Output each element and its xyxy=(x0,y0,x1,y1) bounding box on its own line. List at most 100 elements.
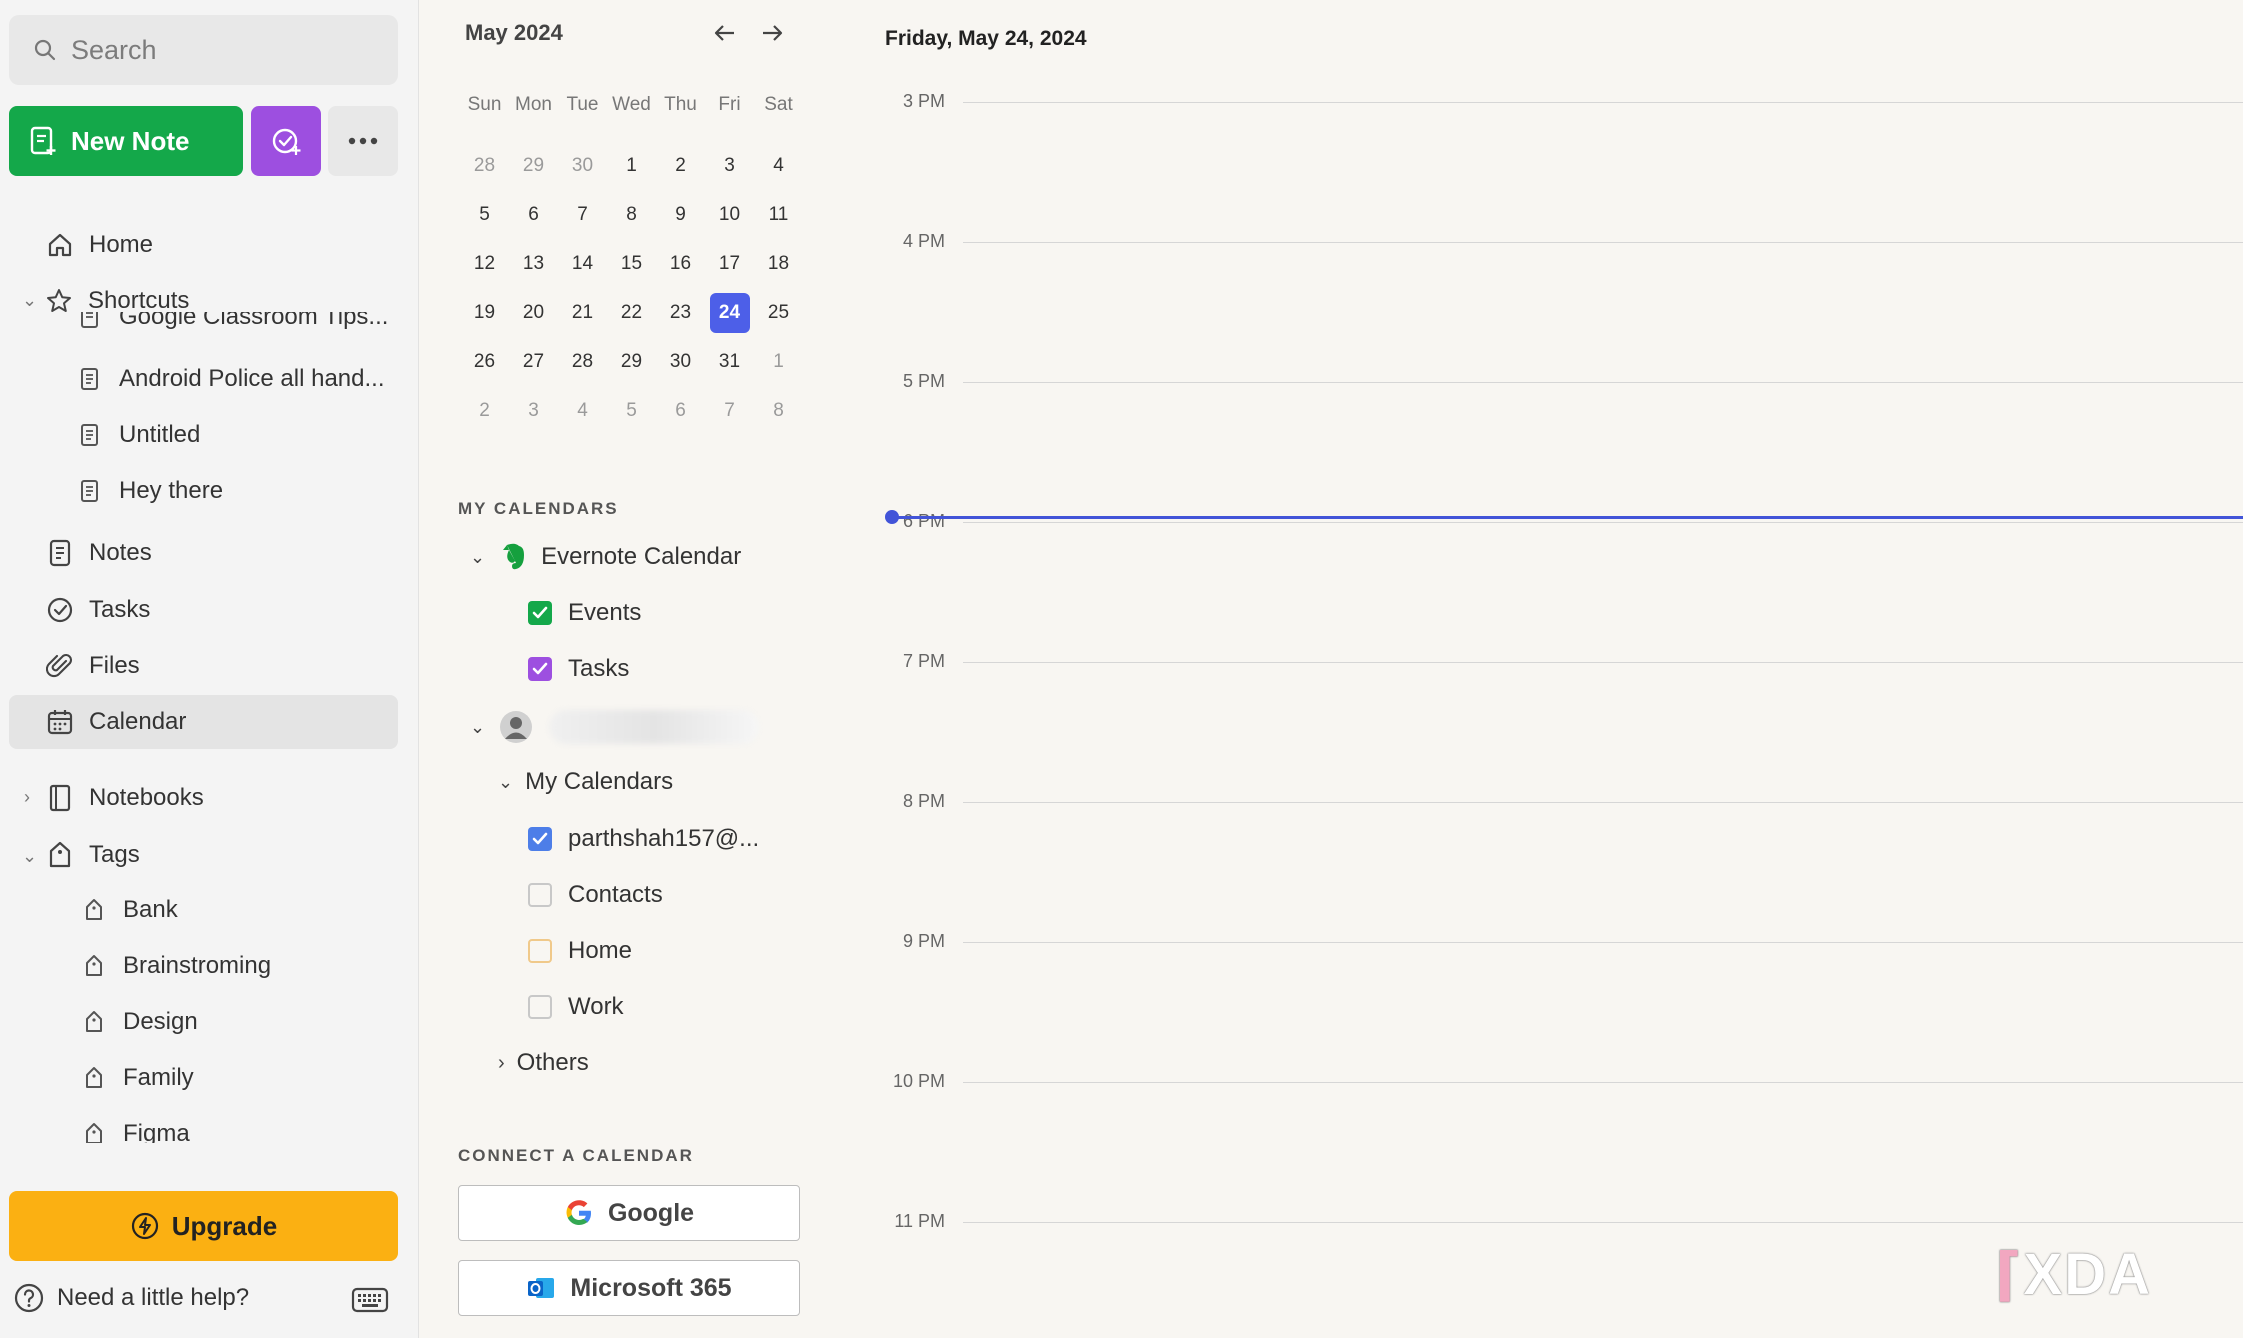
day-view-date: Friday, May 24, 2024 xyxy=(885,27,1087,50)
calendar-day[interactable]: 1 xyxy=(754,351,803,373)
calendar-day[interactable]: 22 xyxy=(607,302,656,324)
calendar-day[interactable]: 4 xyxy=(754,155,803,177)
calendar-toggle-work[interactable]: Work xyxy=(528,993,624,1021)
hour-row[interactable]: 6 PM xyxy=(850,511,2243,531)
calendar-toggle-events[interactable]: Events xyxy=(528,599,641,627)
calendar-day[interactable]: 4 xyxy=(558,400,607,422)
google-account-group[interactable]: ⌄ xyxy=(470,710,760,744)
calendar-day[interactable]: 28 xyxy=(558,351,607,373)
calendar-day[interactable]: 31 xyxy=(705,351,754,373)
calendar-day[interactable]: 23 xyxy=(656,302,705,324)
connect-google-label: Google xyxy=(607,1198,695,1227)
calendar-day[interactable]: 17 xyxy=(705,253,754,275)
shortcut-item[interactable]: Hey there xyxy=(9,464,398,518)
search-input[interactable]: Search xyxy=(9,15,398,85)
calendar-day[interactable]: 18 xyxy=(754,253,803,275)
calendar-day[interactable]: 30 xyxy=(656,351,705,373)
calendar-day[interactable]: 30 xyxy=(558,155,607,177)
more-options-button[interactable] xyxy=(328,106,398,176)
shortcut-item[interactable]: Android Police all hand... xyxy=(9,352,398,406)
calendar-day[interactable]: 6 xyxy=(509,204,558,226)
calendar-day[interactable]: 14 xyxy=(558,253,607,275)
others-group[interactable]: › Others xyxy=(498,1049,589,1077)
hour-row[interactable]: 4 PM xyxy=(850,231,2243,251)
tag-item[interactable]: Brainstroming xyxy=(9,939,398,993)
checkbox-checked[interactable] xyxy=(528,601,552,625)
calendar-day[interactable]: 12 xyxy=(460,253,509,275)
calendar-day[interactable]: 8 xyxy=(607,204,656,226)
new-note-button[interactable]: New Note xyxy=(9,106,243,176)
calendar-day[interactable]: 27 xyxy=(509,351,558,373)
calendar-day[interactable]: 3 xyxy=(705,155,754,177)
keyboard-icon[interactable] xyxy=(351,1287,389,1313)
calendar-day[interactable]: 11 xyxy=(754,204,803,226)
calendar-day[interactable]: 29 xyxy=(607,351,656,373)
calendar-day[interactable]: 2 xyxy=(656,155,705,177)
calendar-day[interactable]: 9 xyxy=(656,204,705,226)
calendar-day[interactable]: 7 xyxy=(558,204,607,226)
tag-item[interactable]: Bank xyxy=(9,883,398,937)
hour-row[interactable]: 9 PM xyxy=(850,931,2243,951)
calendar-day[interactable]: 20 xyxy=(509,302,558,324)
calendar-day[interactable]: 5 xyxy=(460,204,509,226)
calendar-toggle-home[interactable]: Home xyxy=(528,937,632,965)
upgrade-button[interactable]: Upgrade xyxy=(9,1191,398,1261)
calendar-day[interactable]: 13 xyxy=(509,253,558,275)
sidebar-item-tags[interactable]: Tags xyxy=(9,828,398,882)
calendar-day[interactable]: 26 xyxy=(460,351,509,373)
connect-google-button[interactable]: Google xyxy=(458,1185,800,1241)
hour-row[interactable]: 5 PM xyxy=(850,371,2243,391)
my-calendars-group[interactable]: ⌄ My Calendars xyxy=(498,768,673,796)
calendar-day[interactable]: 21 xyxy=(558,302,607,324)
calendar-day[interactable]: 29 xyxy=(509,155,558,177)
hour-row[interactable]: 11 PM xyxy=(850,1211,2243,1231)
calendar-day[interactable]: 7 xyxy=(705,400,754,422)
shortcut-item[interactable]: Google Classroom Tips... xyxy=(9,312,398,338)
shortcut-item[interactable]: Untitled xyxy=(9,408,398,462)
hour-label: 4 PM xyxy=(902,231,945,251)
calendar-day-selected[interactable]: 24 xyxy=(705,292,754,333)
note-icon xyxy=(73,474,107,508)
calendar-toggle-tasks[interactable]: Tasks xyxy=(528,655,629,683)
hour-row[interactable]: 8 PM xyxy=(850,791,2243,811)
hour-row[interactable]: 10 PM xyxy=(850,1071,2243,1091)
calendar-toggle-account[interactable]: parthshah157@... xyxy=(528,825,759,853)
calendar-day[interactable]: 15 xyxy=(607,253,656,275)
connect-calendar-heading: CONNECT A CALENDAR xyxy=(458,1146,694,1165)
connect-microsoft-button[interactable]: Microsoft 365 xyxy=(458,1260,800,1316)
calendar-day[interactable]: 28 xyxy=(460,155,509,177)
tag-item[interactable]: Family xyxy=(9,1051,398,1105)
tag-item[interactable]: Design xyxy=(9,995,398,1049)
calendar-day[interactable]: 10 xyxy=(705,204,754,226)
hour-row[interactable]: 7 PM xyxy=(850,651,2243,671)
checkbox-unchecked[interactable] xyxy=(528,883,552,907)
calendar-day[interactable]: 5 xyxy=(607,400,656,422)
arrow-right-icon[interactable] xyxy=(757,18,787,48)
checkbox-checked[interactable] xyxy=(528,657,552,681)
calendar-day[interactable]: 25 xyxy=(754,302,803,324)
calendar-day[interactable]: 2 xyxy=(460,400,509,422)
checkbox-checked[interactable] xyxy=(528,827,552,851)
calendar-day[interactable]: 1 xyxy=(607,155,656,177)
evernote-calendar-group[interactable]: ⌄ Evernote Calendar xyxy=(470,542,741,572)
evernote-logo-icon xyxy=(503,543,525,570)
checkbox-unchecked[interactable] xyxy=(528,995,552,1019)
calendar-day[interactable]: 19 xyxy=(460,302,509,324)
help-link[interactable]: Need a little help? xyxy=(13,1282,249,1314)
calendar-toggle-contacts[interactable]: Contacts xyxy=(528,881,663,909)
calendar-day[interactable]: 8 xyxy=(754,400,803,422)
sidebar-item-notes[interactable]: Notes xyxy=(9,526,398,580)
calendar-day[interactable]: 16 xyxy=(656,253,705,275)
checkbox-unchecked[interactable] xyxy=(528,939,552,963)
calendar-day[interactable]: 6 xyxy=(656,400,705,422)
calendar-day[interactable]: 3 xyxy=(509,400,558,422)
sidebar-item-tasks[interactable]: Tasks xyxy=(9,583,398,637)
sidebar-item-home[interactable]: Home xyxy=(9,218,398,272)
tag-item[interactable]: Figma xyxy=(9,1107,398,1143)
hour-row[interactable]: 3 PM xyxy=(850,91,2243,111)
arrow-left-icon[interactable] xyxy=(710,18,740,48)
new-task-button[interactable] xyxy=(251,106,321,176)
sidebar-item-files[interactable]: Files xyxy=(9,639,398,693)
sidebar-item-calendar[interactable]: Calendar xyxy=(9,695,398,749)
sidebar-item-notebooks[interactable]: Notebooks xyxy=(9,771,398,825)
